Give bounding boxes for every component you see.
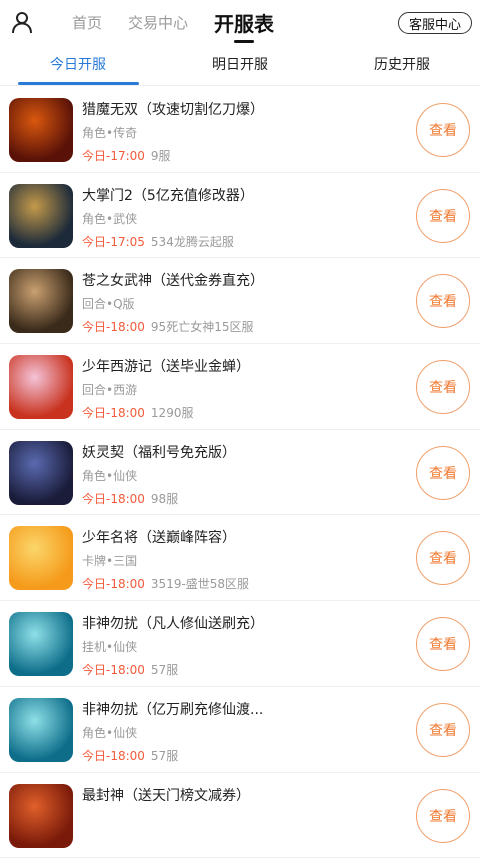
view-button[interactable]: 查看 [416, 360, 470, 414]
game-icon-mingjiang[interactable] [9, 526, 73, 590]
game-title[interactable]: 最封神（送天门榜文减券） [82, 785, 250, 805]
game-category: 卡牌•三国 [82, 552, 137, 569]
open-time: 今日-17:00 [82, 149, 145, 163]
game-icon-feishen[interactable] [9, 698, 73, 762]
game-list-item[interactable]: 猎魔无双（攻速切割亿刀爆） 角色•传奇 今日-17:00 9服 查看 [0, 87, 480, 173]
top-nav-bar: 首页 交易中心 开服表 客服中心 [0, 0, 480, 44]
view-button[interactable]: 查看 [416, 446, 470, 500]
game-icon-yaoling[interactable] [9, 441, 73, 505]
server-list: 猎魔无双（攻速切割亿刀爆） 角色•传奇 今日-17:00 9服 查看 大掌门2（5… [0, 87, 480, 858]
game-icon-feishen[interactable] [9, 612, 73, 676]
game-list-item[interactable]: 大掌门2（5亿充值修改器） 角色•武侠 今日-17:05 534龙腾云起服 查看 [0, 173, 480, 259]
view-button[interactable]: 查看 [416, 703, 470, 757]
open-time-info: 今日-18:00 95死亡女神15区服 [82, 318, 253, 335]
server-name: 57服 [151, 749, 178, 763]
game-category: 回合•西游 [82, 381, 137, 398]
view-button[interactable]: 查看 [416, 531, 470, 585]
game-title[interactable]: 少年西游记（送毕业金蝉） [82, 356, 250, 376]
game-title[interactable]: 少年名将（送巅峰阵容） [82, 527, 236, 547]
game-icon-dazhangmen[interactable] [9, 184, 73, 248]
server-name: 95死亡女神15区服 [151, 320, 254, 334]
view-button[interactable]: 查看 [416, 274, 470, 328]
game-list-item[interactable]: 少年名将（送巅峰阵容） 卡牌•三国 今日-18:00 3519-盛世58区服 查看 [0, 515, 480, 601]
game-category: 回合•Q版 [82, 295, 135, 312]
view-button[interactable]: 查看 [416, 617, 470, 671]
server-name: 98服 [151, 492, 178, 506]
open-time: 今日-18:00 [82, 406, 145, 420]
user-profile-icon[interactable] [10, 10, 34, 34]
game-title[interactable]: 大掌门2（5亿充值修改器） [82, 185, 254, 205]
nav-trade-center-link[interactable]: 交易中心 [128, 12, 188, 33]
open-time: 今日-18:00 [82, 577, 145, 591]
open-time: 今日-18:00 [82, 749, 145, 763]
game-title[interactable]: 非神勿扰（凡人修仙送刷充） [82, 613, 264, 633]
title-active-indicator [234, 40, 254, 43]
server-name: 3519-盛世58区服 [151, 577, 249, 591]
server-date-tabs: 今日开服 明日开服 历史开服 [0, 46, 480, 86]
view-button[interactable]: 查看 [416, 189, 470, 243]
game-category: 角色•仙侠 [82, 724, 137, 741]
game-icon-liemo[interactable] [9, 98, 73, 162]
server-name: 534龙腾云起服 [151, 235, 234, 249]
game-category: 角色•传奇 [82, 124, 137, 141]
game-title[interactable]: 妖灵契（福利号免充版） [82, 442, 236, 462]
game-list-item[interactable]: 苍之女武神（送代金券直充） 回合•Q版 今日-18:00 95死亡女神15区服 查… [0, 258, 480, 344]
open-time: 今日-18:00 [82, 492, 145, 506]
game-title[interactable]: 猎魔无双（攻速切割亿刀爆） [82, 99, 264, 119]
open-time-info: 今日-18:00 57服 [82, 661, 178, 678]
open-time-info: 今日-17:00 9服 [82, 147, 171, 164]
page-title[interactable]: 开服表 [214, 8, 274, 37]
server-name: 57服 [151, 663, 178, 677]
game-icon-cangzhi[interactable] [9, 269, 73, 333]
game-title[interactable]: 苍之女武神（送代金券直充） [82, 270, 264, 290]
tab-history[interactable]: 历史开服 [342, 54, 462, 74]
game-list-item[interactable]: 少年西游记（送毕业金蝉） 回合•西游 今日-18:00 1290服 查看 [0, 344, 480, 430]
game-title[interactable]: 非神勿扰（亿万刷充修仙渡... [82, 699, 263, 719]
open-time-info: 今日-18:00 57服 [82, 747, 178, 764]
game-category: 角色•武侠 [82, 210, 137, 227]
view-button[interactable]: 查看 [416, 103, 470, 157]
game-category: 角色•仙侠 [82, 467, 137, 484]
game-list-item[interactable]: 妖灵契（福利号免充版） 角色•仙侠 今日-18:00 98服 查看 [0, 430, 480, 516]
nav-home-link[interactable]: 首页 [72, 12, 102, 33]
open-time-info [82, 833, 88, 847]
open-time-info: 今日-18:00 3519-盛世58区服 [82, 575, 249, 592]
game-list-item[interactable]: 最封神（送天门榜文减券） 查看 [0, 773, 480, 858]
game-list-item[interactable]: 非神勿扰（凡人修仙送刷充） 挂机•仙侠 今日-18:00 57服 查看 [0, 601, 480, 687]
game-icon-xiyouji[interactable] [9, 355, 73, 419]
open-time-info: 今日-18:00 1290服 [82, 404, 193, 421]
game-icon-fengshen[interactable] [9, 784, 73, 848]
open-time: 今日-18:00 [82, 663, 145, 677]
customer-service-button[interactable]: 客服中心 [398, 12, 472, 34]
server-name: 9服 [151, 149, 171, 163]
open-time: 今日-18:00 [82, 320, 145, 334]
game-category: 挂机•仙侠 [82, 638, 137, 655]
open-time-info: 今日-18:00 98服 [82, 490, 178, 507]
tab-tomorrow[interactable]: 明日开服 [180, 54, 300, 74]
game-list-item[interactable]: 非神勿扰（亿万刷充修仙渡... 角色•仙侠 今日-18:00 57服 查看 [0, 687, 480, 773]
open-time-info: 今日-17:05 534龙腾云起服 [82, 233, 234, 250]
server-name: 1290服 [151, 406, 194, 420]
open-time: 今日-17:05 [82, 235, 145, 249]
tab-today[interactable]: 今日开服 [18, 54, 138, 74]
view-button[interactable]: 查看 [416, 789, 470, 843]
tab-active-indicator [18, 82, 139, 85]
